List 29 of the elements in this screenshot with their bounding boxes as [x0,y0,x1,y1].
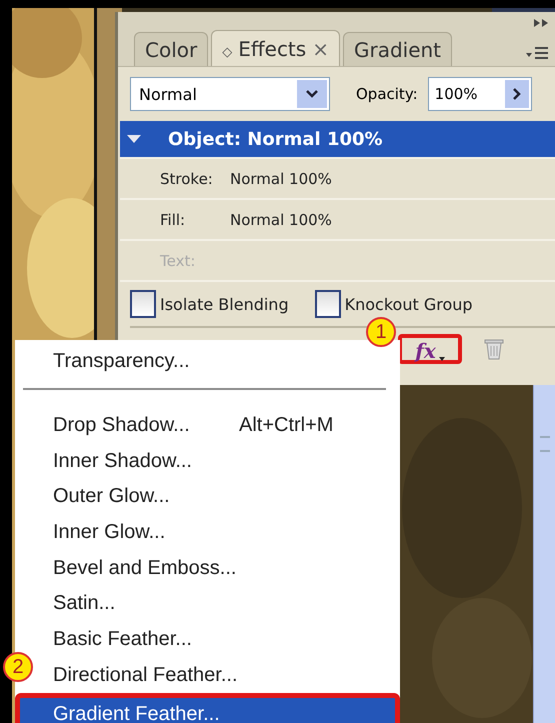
effects-list-item[interactable]: Fill: Normal 100% [120,200,555,241]
menu-item[interactable]: Inner Glow... [45,514,400,550]
panel-tab[interactable]: ◇ Effects × [211,30,340,66]
menu-item[interactable]: Bevel and Emboss... [45,550,400,586]
menu-item[interactable]: Satin... [45,586,400,622]
opacity-label: Opacity: [356,85,418,103]
step-number-badge: 2 [3,652,33,682]
menu-item[interactable]: Gradient Feather... [15,693,400,723]
disclosure-triangle-icon[interactable] [126,134,142,144]
blend-mode-dropdown[interactable]: Normal [130,77,330,111]
menu-item[interactable]: Basic Feather... [45,622,400,658]
menu-item[interactable]: Drop Shadow... Alt+Ctrl+M [45,408,400,444]
panel-tab[interactable]: Color [134,32,208,66]
scrollbar[interactable] [533,385,555,723]
collapse-icon[interactable] [533,18,549,28]
menu-item[interactable]: Transparency... [45,344,400,380]
effects-list-item[interactable]: Object: Normal 100% [120,121,555,159]
arrow-right-icon[interactable] [504,80,529,108]
panel-tab[interactable]: Gradient [342,32,452,66]
checkbox[interactable]: Isolate Blending [130,290,289,318]
opacity-field[interactable]: 100% [428,77,532,111]
menu-item[interactable]: Directional Feather... [45,658,400,694]
menu-item[interactable]: Inner Shadow... [45,443,400,480]
effects-list-item[interactable]: Stroke: Normal 100% [120,159,555,200]
fx-button[interactable]: fx [398,334,462,364]
menu-item[interactable]: Outer Glow... [45,479,400,515]
checkbox[interactable]: Knockout Group [314,290,473,318]
dropdown-caret-icon[interactable] [297,80,327,108]
panel-menu-icon[interactable] [525,46,549,60]
